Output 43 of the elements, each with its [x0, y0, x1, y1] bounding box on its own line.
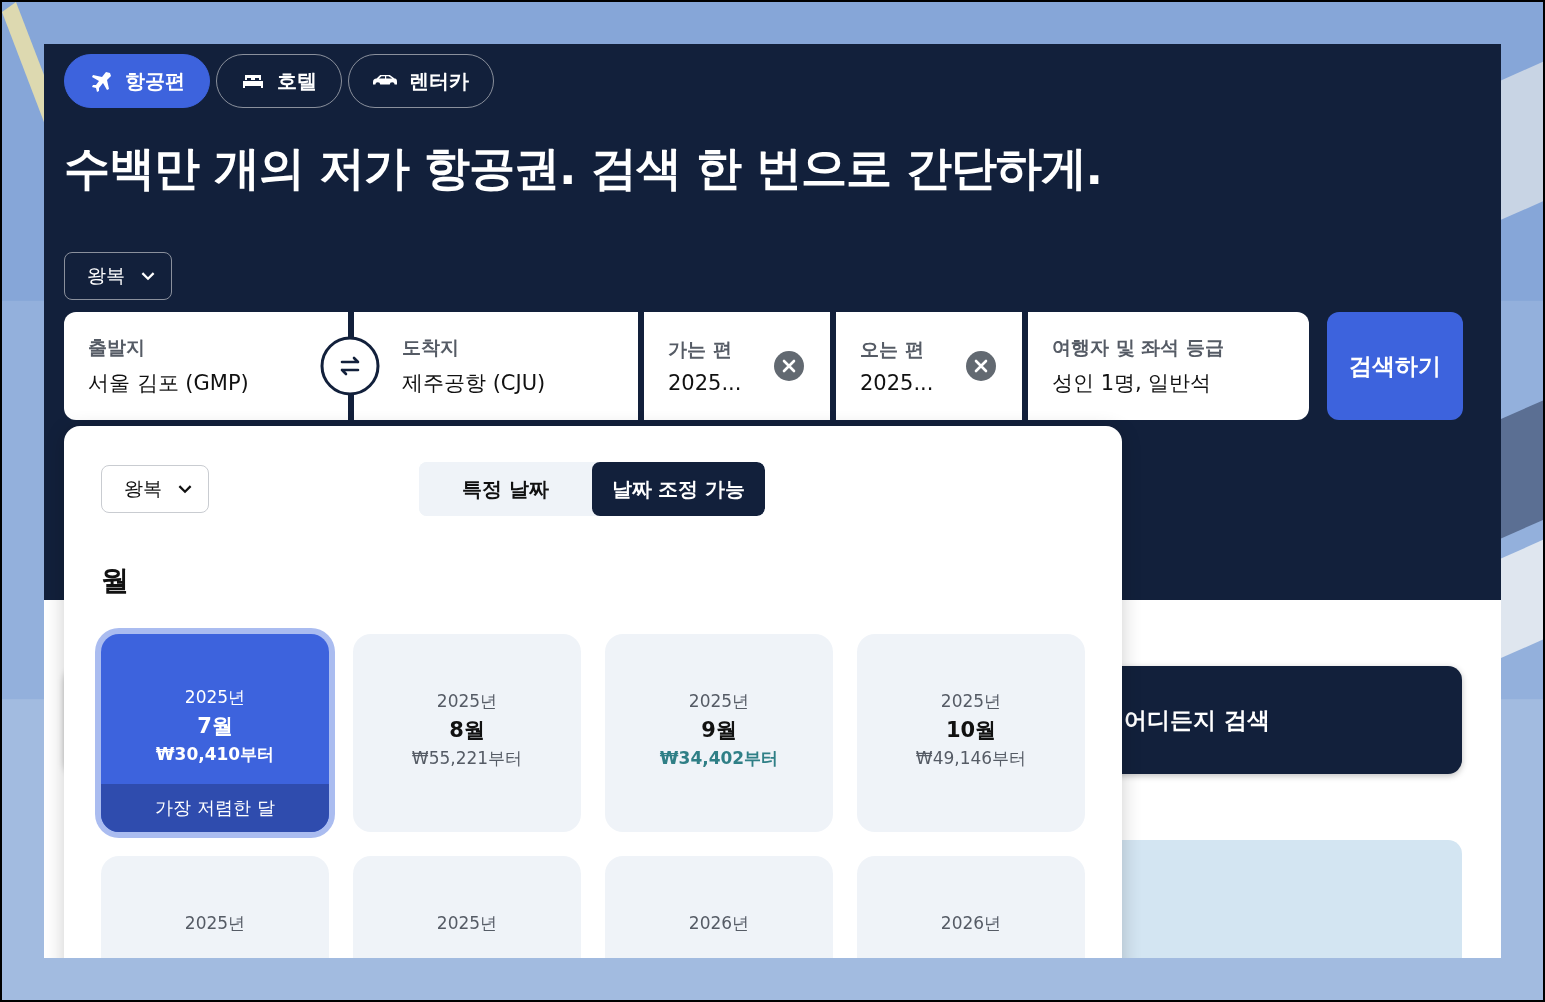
date-field[interactable]: 오는 편 2025... [836, 312, 1022, 420]
month-label: 10월 [945, 717, 997, 744]
car-icon [373, 75, 397, 87]
price-label: ₩34,402부터 [659, 747, 779, 770]
month-label: 7월 [197, 713, 233, 740]
price-label: ₩49,146부터 [915, 747, 1027, 770]
clear-icon[interactable] [966, 351, 996, 381]
price-label: ₩55,221부터 [411, 747, 523, 770]
category-tab[interactable]: 항공편 [64, 54, 210, 108]
search-button[interactable]: 검색하기 [1327, 312, 1463, 420]
travellers-field[interactable]: 여행자 및 좌석 등급 성인 1명, 일반석 [1028, 312, 1309, 420]
month-card[interactable]: 2025년 9월 ₩34,402부터 [605, 634, 833, 832]
trip-type-select[interactable]: 왕복 [64, 252, 172, 300]
year-label: 2025년 [688, 690, 750, 713]
month-card[interactable]: 2025년 8월 ₩55,221부터 [353, 634, 581, 832]
year-label: 2026년 [940, 912, 1002, 935]
year-label: 2025년 [436, 912, 498, 935]
year-label: 2026년 [688, 912, 750, 935]
month-card[interactable]: 2026년 [605, 856, 833, 958]
month-card[interactable]: 2026년 [857, 856, 1085, 958]
section-heading: 월 [101, 563, 130, 599]
month-label: 8월 [449, 717, 485, 744]
year-label: 2025년 [184, 912, 246, 935]
month-card[interactable]: 2025년 [101, 856, 329, 958]
price-label: ₩30,410부터 [155, 743, 275, 766]
year-label: 2025년 [940, 690, 1002, 713]
trip-type-select[interactable]: 왕복 [101, 465, 209, 513]
year-label: 2025년 [436, 690, 498, 713]
chevron-down-icon [178, 484, 192, 494]
headline: 수백만 개의 저가 항공권. 검색 한 번으로 간단하게. [64, 140, 1104, 197]
swap-icon[interactable] [320, 336, 380, 396]
date-field[interactable]: 가는 편 2025... [644, 312, 830, 420]
origin-field[interactable]: 출발지 서울 김포 (GMP) [64, 312, 348, 420]
year-label: 2025년 [184, 686, 246, 709]
month-card[interactable]: 2025년 10월 ₩49,146부터 [857, 634, 1085, 832]
month-card[interactable]: 2025년 [353, 856, 581, 958]
destination-field[interactable]: 도착지 제주공항 (CJU) [354, 312, 638, 420]
cheapest-month-badge: 가장 저렴한 달 [101, 784, 329, 832]
chevron-down-icon [141, 271, 155, 281]
date-mode-tab[interactable]: 날짜 조정 가능 [592, 462, 765, 516]
plane-icon [89, 69, 113, 93]
month-label: 9월 [701, 717, 737, 744]
clear-icon[interactable] [774, 351, 804, 381]
